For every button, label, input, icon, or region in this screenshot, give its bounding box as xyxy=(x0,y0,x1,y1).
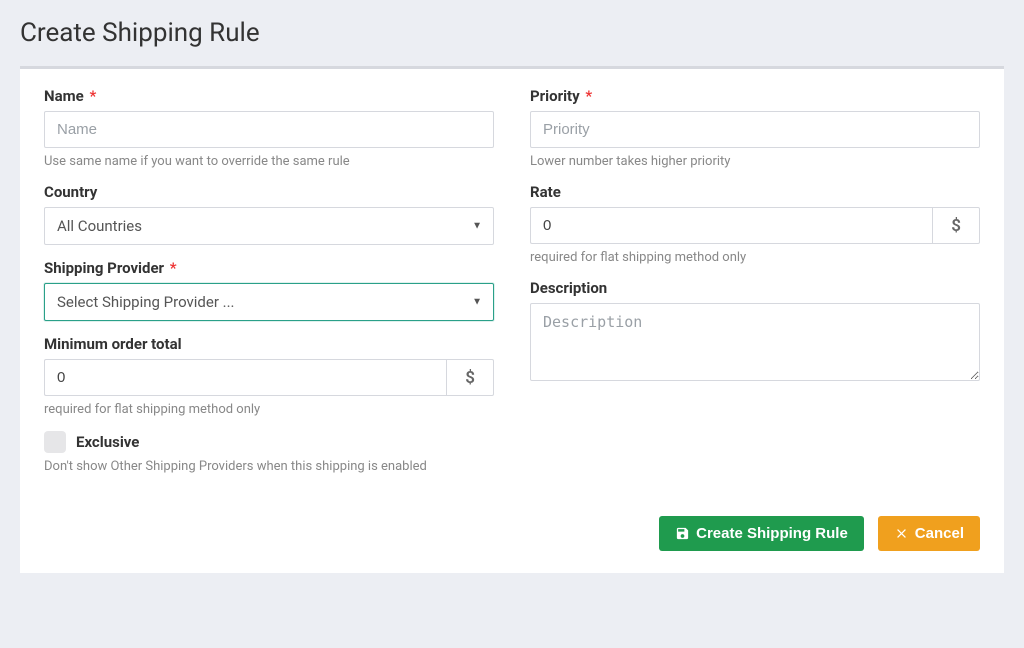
help-priority: Lower number takes higher priority xyxy=(530,154,980,169)
label-provider: Shipping Provider * xyxy=(44,259,494,277)
help-rate: required for flat shipping method only xyxy=(530,250,980,265)
form-actions: Create Shipping Rule Cancel xyxy=(44,516,980,551)
name-input[interactable] xyxy=(44,111,494,148)
rate-input[interactable] xyxy=(530,207,932,244)
label-name: Name * xyxy=(44,87,494,105)
help-exclusive: Don't show Other Shipping Providers when… xyxy=(44,459,494,474)
column-left: Name * Use same name if you want to over… xyxy=(44,87,494,488)
shipping-provider-select[interactable]: Select Shipping Provider ... xyxy=(44,283,494,321)
exclusive-checkbox[interactable] xyxy=(44,431,66,453)
label-priority: Priority * xyxy=(530,87,980,105)
label-provider-text: Shipping Provider xyxy=(44,259,164,277)
field-provider: Shipping Provider * Select Shipping Prov… xyxy=(44,259,494,321)
help-min-order: required for flat shipping method only xyxy=(44,402,494,417)
label-name-text: Name xyxy=(44,87,84,105)
help-name: Use same name if you want to override th… xyxy=(44,154,494,169)
close-icon xyxy=(894,526,909,541)
label-min-order: Minimum order total xyxy=(44,335,494,353)
label-priority-text: Priority xyxy=(530,87,580,105)
priority-input[interactable] xyxy=(530,111,980,148)
label-exclusive: Exclusive xyxy=(76,433,139,451)
description-textarea[interactable] xyxy=(530,303,980,381)
field-name: Name * Use same name if you want to over… xyxy=(44,87,494,169)
currency-addon: $ xyxy=(446,359,494,396)
cancel-button-label: Cancel xyxy=(915,525,964,542)
label-country: Country xyxy=(44,183,494,201)
create-button-label: Create Shipping Rule xyxy=(696,525,848,542)
field-rate: Rate $ required for flat shipping method… xyxy=(530,183,980,265)
label-description: Description xyxy=(530,279,980,297)
field-country: Country All Countries ▼ xyxy=(44,183,494,245)
page-title: Create Shipping Rule xyxy=(20,18,1004,48)
create-shipping-rule-button[interactable]: Create Shipping Rule xyxy=(659,516,864,551)
required-marker: * xyxy=(585,87,592,105)
field-exclusive: Exclusive Don't show Other Shipping Prov… xyxy=(44,431,494,474)
form-card: Name * Use same name if you want to over… xyxy=(20,66,1004,573)
required-marker: * xyxy=(89,87,96,105)
field-priority: Priority * Lower number takes higher pri… xyxy=(530,87,980,169)
cancel-button[interactable]: Cancel xyxy=(878,516,980,551)
label-rate: Rate xyxy=(530,183,980,201)
column-right: Priority * Lower number takes higher pri… xyxy=(530,87,980,488)
field-description: Description xyxy=(530,279,980,385)
save-icon xyxy=(675,526,690,541)
required-marker: * xyxy=(170,259,177,277)
country-select[interactable]: All Countries xyxy=(44,207,494,245)
min-order-input[interactable] xyxy=(44,359,446,396)
currency-addon: $ xyxy=(932,207,980,244)
field-min-order: Minimum order total $ required for flat … xyxy=(44,335,494,417)
